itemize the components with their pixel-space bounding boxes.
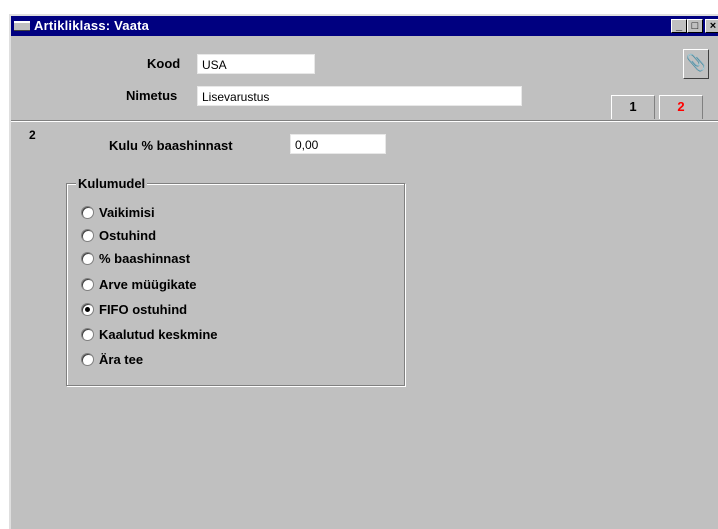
radio-button-icon[interactable]	[81, 327, 94, 341]
title-bar[interactable]: Artikliklass: Vaata _ □ ×	[11, 16, 718, 36]
radio-button-icon[interactable]	[81, 205, 94, 219]
nimetus-field[interactable]: Lisevarustus	[197, 86, 522, 106]
radio-button-icon[interactable]	[81, 228, 94, 242]
radio-label: Kaalutud keskmine	[99, 326, 218, 342]
window-title: Artikliklass: Vaata	[34, 18, 150, 33]
page-number: 2	[29, 128, 36, 142]
tab-1[interactable]: 1	[611, 95, 655, 119]
radio-option-kaalutud-keskmine[interactable]: Kaalutud keskmine	[81, 324, 218, 344]
radio-option-baashinnast[interactable]: % baashinnast	[81, 248, 190, 268]
kulumudel-title: Kulumudel	[76, 176, 148, 191]
kulu-field[interactable]: 0,00	[290, 134, 386, 154]
record-window: Artikliklass: Vaata _ □ × Kood USA Nimet…	[9, 14, 718, 529]
radio-label: % baashinnast	[99, 250, 191, 266]
radio-option-arve-muugikate[interactable]: Arve müügikate	[81, 274, 197, 294]
radio-option-vaikimisi[interactable]: Vaikimisi	[81, 202, 155, 222]
radio-label: Arve müügikate	[99, 276, 197, 292]
close-button[interactable]: ×	[705, 19, 718, 33]
radio-label: Ostuhind	[99, 227, 157, 243]
radio-label: Vaikimisi	[99, 204, 155, 220]
tab-2[interactable]: 2	[659, 95, 703, 119]
radio-label: Ära tee	[99, 351, 144, 367]
radio-button-icon[interactable]	[81, 352, 94, 366]
window-menu-icon[interactable]	[14, 21, 30, 31]
radio-button-selected-icon[interactable]	[81, 302, 94, 316]
maximize-button[interactable]: □	[687, 19, 703, 33]
radio-button-icon[interactable]	[81, 277, 94, 291]
radio-option-ara-tee[interactable]: Ära tee	[81, 349, 143, 369]
radio-option-ostuhind[interactable]: Ostuhind	[81, 225, 156, 245]
kood-label: Kood	[147, 56, 181, 71]
minimize-button[interactable]: _	[671, 19, 687, 33]
radio-button-icon[interactable]	[81, 251, 94, 265]
kulu-label: Kulu % baashinnast	[109, 138, 233, 153]
radio-option-fifo-ostuhind[interactable]: FIFO ostuhind	[81, 299, 187, 319]
header-separator	[11, 120, 718, 122]
kood-field[interactable]: USA	[197, 54, 315, 74]
paperclip-icon[interactable]: 📎	[683, 49, 709, 79]
radio-label: FIFO ostuhind	[99, 301, 188, 317]
nimetus-label: Nimetus	[126, 88, 178, 103]
